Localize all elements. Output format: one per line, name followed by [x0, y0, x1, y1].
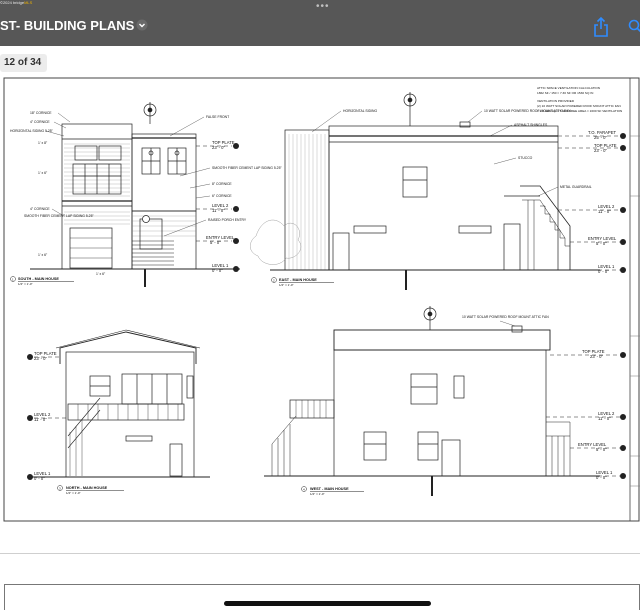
- note-smooth-fiber: SMOOTH FIBER CEMENT LAP SIDING 5.25": [212, 166, 282, 170]
- top-toolbar: ©2024 bridgeMLS ••• ST- BUILDING PLANS: [0, 0, 640, 46]
- north-level2-elev: 11' - 0": [34, 417, 47, 422]
- south-level1-elev: 0' - 0": [212, 268, 223, 273]
- attic-line2: (2) 10 WATT SOLAR POWERED ROOF MOUNT ATT…: [537, 104, 621, 108]
- share-icon[interactable]: [593, 17, 609, 37]
- east-view-title: EAST - MAIN HOUSE: [279, 278, 317, 282]
- search-icon[interactable]: [628, 19, 640, 33]
- note-cornice-6: 6" CORNICE: [212, 194, 232, 198]
- attic-provided: VENTILATION PROVIDED: [537, 99, 575, 103]
- drag-grabber[interactable]: •••: [316, 2, 330, 12]
- west-view-scale: 1/4" = 1'-0": [310, 492, 325, 496]
- note-dim-2: 1' x 6": [38, 171, 48, 175]
- east-view-scale: 1/4" = 1'-0": [279, 283, 294, 287]
- home-indicator[interactable]: [224, 601, 431, 606]
- north-view-scale: 1/4" = 1'-0": [66, 491, 81, 495]
- east-note-guardrail: METAL GUARDRAIL: [560, 185, 592, 189]
- south-top-plate-elev: 23' - 0": [212, 145, 226, 150]
- south-level2-elev: 11' - 0": [212, 208, 225, 213]
- north-top-plate-elev: 23' - 0": [34, 356, 48, 361]
- east-note-stucco: STUCCO: [518, 156, 533, 160]
- west-entry-elev: 5' - 0": [596, 447, 607, 452]
- note-dim-1: 1' x 8": [38, 141, 48, 145]
- page-indicator: 12 of 34: [0, 54, 47, 72]
- plan-sheet[interactable]: TOP PLATE 23' - 0" LEVEL 2 11' - 0" ENTR…: [0, 76, 640, 531]
- attic-line3: = 2 X 800 SQ. FT NET FREE AREA = 1600 SF…: [537, 109, 622, 113]
- south-view-scale: 1/4" = 1'-0": [18, 282, 33, 286]
- next-page-preview[interactable]: [4, 584, 640, 610]
- east-note-asphalt: ASPHALT SHINGLES: [514, 123, 548, 127]
- east-parapet-elev: 25' - 0": [594, 135, 608, 140]
- note-cornice-4b: 4" CORNICE: [30, 207, 50, 211]
- note-dim-3: 1' x 6": [38, 253, 48, 257]
- note-smooth-fiber-2: SMOOTH FIBER CEMENT LAP SIDING 5.25": [24, 214, 94, 218]
- page-indicator-label: 12 of 34: [4, 57, 42, 68]
- west-view-title: WEST - MAIN HOUSE: [310, 487, 349, 491]
- note-cornice-8: 8" CORNICE: [212, 182, 232, 186]
- mls-watermark: ©2024 bridgeMLS: [0, 0, 33, 5]
- west-level1-elev: 0' - 0": [596, 475, 607, 480]
- south-view-title: SOUTH - MAIN HOUSE: [18, 277, 59, 281]
- east-note-siding: HORIZONTAL SIDING: [343, 109, 377, 113]
- note-dim-4: 1' x 6": [96, 272, 106, 276]
- east-top-plate-elev: 23' - 0": [594, 148, 608, 153]
- attic-line1: 1862 SF / 150 = 7.30 SF OR 1530 SQ IN: [537, 91, 593, 95]
- elevation-drawing: TOP PLATE 23' - 0" LEVEL 2 11' - 0" ENTR…: [3, 77, 640, 522]
- west-note-solar-fan: 10 WATT SOLAR POWERED ROOF MOUNT ATTIC F…: [462, 315, 549, 319]
- page-separator: [0, 553, 640, 554]
- note-cornice-18: 18" CORNICE: [30, 111, 52, 115]
- east-level1-elev: 0' - 0": [598, 269, 609, 274]
- west-top-plate-elev: 23' - 0": [590, 354, 604, 359]
- note-horiz-siding: HORIZONTAL SIDING 5.25": [10, 129, 54, 133]
- note-cornice-4: 4" CORNICE: [30, 120, 50, 124]
- note-false-front: FALSE FRONT: [206, 115, 229, 119]
- north-view-title: NORTH - MAIN HOUSE: [66, 486, 108, 490]
- document-title[interactable]: ST- BUILDING PLANS: [0, 18, 134, 33]
- east-entry-elev: 5' - 0": [596, 241, 607, 246]
- chevron-down-icon[interactable]: [136, 19, 148, 31]
- note-raised-porch: RAISED PORCH ENTRY: [208, 218, 247, 222]
- west-level2-elev: 11' - 0": [598, 416, 611, 421]
- east-level2-elev: 11' - 0": [598, 209, 611, 214]
- south-entry-elev: 5' - 0": [210, 240, 221, 245]
- north-level1-elev: 0' - 0": [34, 476, 45, 481]
- attic-title: ATTIC SPACE VENTILATION CALCULATION: [537, 86, 600, 90]
